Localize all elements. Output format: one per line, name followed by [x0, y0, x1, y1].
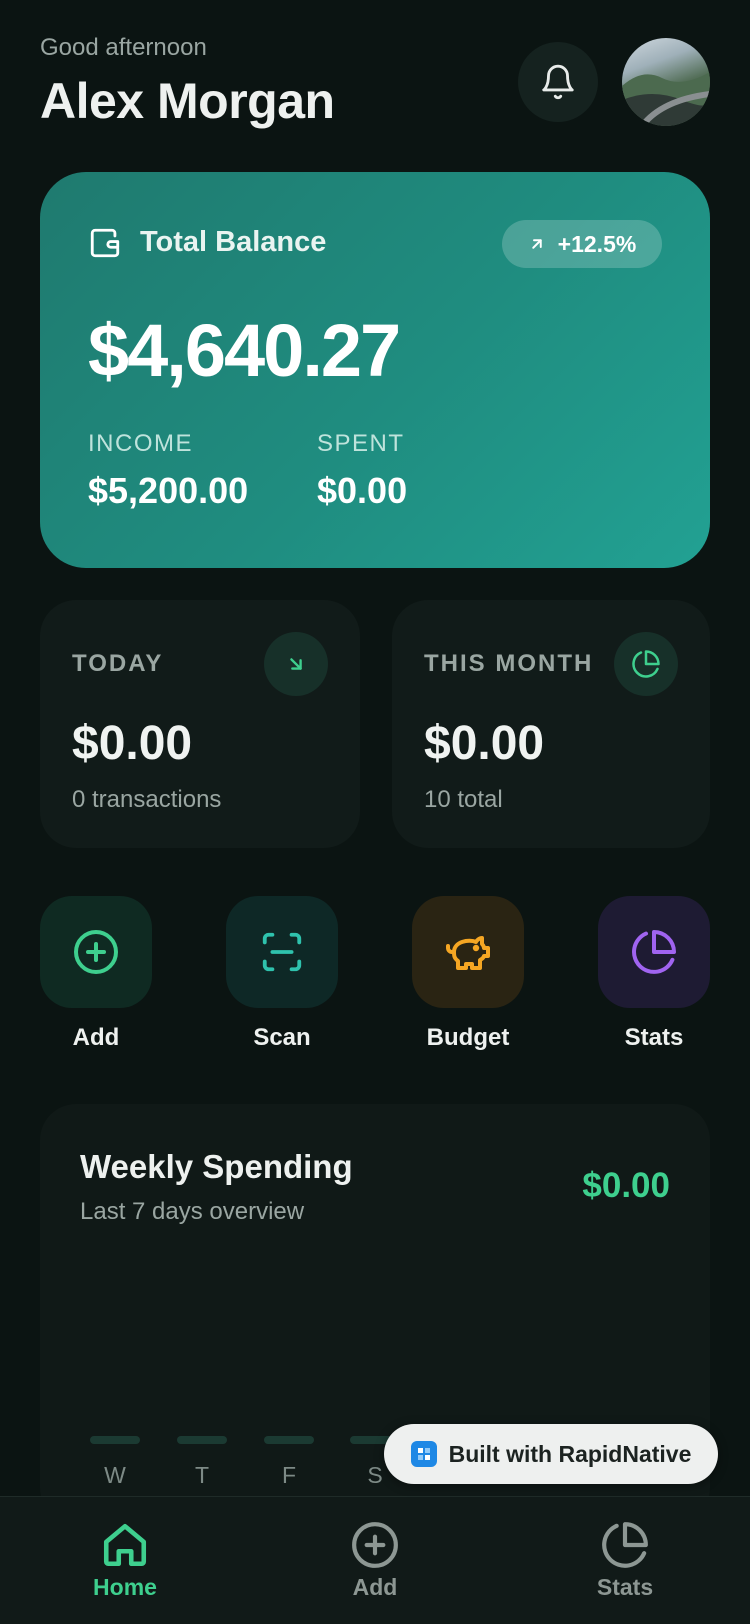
nav-stats[interactable]: Stats	[545, 1520, 705, 1601]
income-value: $5,200.00	[88, 470, 249, 511]
spent-label: SPENT	[317, 430, 405, 457]
built-with-badge[interactable]: Built with RapidNative	[384, 1424, 718, 1484]
scan-icon	[262, 932, 302, 972]
stats-action-button[interactable]	[598, 896, 710, 1008]
add-action-button[interactable]	[40, 896, 152, 1008]
greeting-text: Good afternoon	[40, 34, 207, 61]
rapidnative-logo-icon	[410, 1441, 437, 1467]
pie-chart-icon	[632, 650, 660, 678]
plus-circle-icon	[352, 1522, 398, 1568]
today-icon-wrap	[264, 632, 328, 696]
piggy-bank-icon	[446, 936, 490, 970]
balance-amount: $4,640.27	[88, 309, 401, 392]
day-label: T	[194, 1462, 210, 1488]
today-label: TODAY	[72, 650, 164, 677]
growth-badge: +12.5%	[502, 220, 662, 268]
home-icon	[103, 1523, 147, 1567]
pie-chart-icon	[602, 1522, 648, 1568]
day-bar	[264, 1436, 314, 1444]
growth-text: +12.5%	[557, 230, 637, 257]
arrow-up-right-icon	[531, 239, 542, 249]
day-label: F	[281, 1462, 297, 1488]
scan-action-button[interactable]	[226, 896, 338, 1008]
month-sub: 10 total	[424, 786, 503, 813]
weekly-subtitle: Last 7 days overview	[80, 1198, 305, 1225]
balance-label: Total Balance	[140, 226, 327, 258]
pie-chart-icon	[632, 930, 676, 974]
user-name: Alex Morgan	[40, 73, 335, 129]
budget-action-button[interactable]	[412, 896, 524, 1008]
stats-action-label: Stats	[624, 1024, 684, 1051]
arrow-down-right-icon	[290, 658, 302, 670]
weekly-title: Weekly Spending	[80, 1148, 353, 1185]
nav-home-label: Home	[93, 1574, 157, 1600]
nav-add[interactable]: Add	[295, 1520, 455, 1601]
month-icon-wrap	[614, 632, 678, 696]
plus-circle-icon	[74, 930, 118, 974]
day-bar	[177, 1436, 227, 1444]
weekly-total: $0.00	[582, 1166, 670, 1205]
today-sub: 0 transactions	[72, 786, 222, 813]
income-label: INCOME	[88, 430, 193, 457]
month-label: THIS MONTH	[424, 650, 594, 677]
month-value: $0.00	[424, 717, 545, 770]
notifications-button[interactable]	[518, 42, 598, 122]
nav-add-label: Add	[352, 1574, 398, 1600]
nav-stats-label: Stats	[596, 1574, 654, 1600]
bell-icon	[542, 64, 574, 100]
built-with-text: Built with RapidNative	[448, 1440, 692, 1467]
avatar[interactable]	[622, 38, 710, 126]
scan-action-label: Scan	[253, 1024, 311, 1051]
budget-action-label: Budget	[426, 1024, 510, 1051]
spent-value: $0.00	[317, 470, 408, 511]
today-value: $0.00	[72, 717, 193, 770]
day-label: W	[104, 1462, 126, 1488]
add-action-label: Add	[72, 1024, 120, 1051]
wallet-icon	[90, 228, 120, 258]
nav-home[interactable]: Home	[45, 1520, 205, 1601]
day-bar	[90, 1436, 140, 1444]
